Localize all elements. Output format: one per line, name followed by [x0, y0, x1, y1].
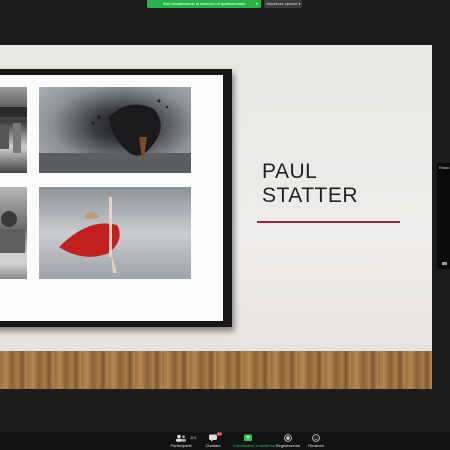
share-screen-label: Condividere lo schermo — [233, 443, 276, 448]
photo-dancer-image — [39, 187, 191, 279]
side-panel-label: Rinun — [439, 165, 450, 170]
slide-title-line2: STATTER — [262, 184, 359, 207]
picture-mat — [0, 75, 223, 321]
share-screen-icon — [242, 434, 254, 442]
picture-frame — [0, 69, 232, 327]
meeting-toolbar: 201 Partecipanti 51 Chattare Condividere… — [0, 432, 450, 450]
title-underline — [257, 221, 400, 223]
record-icon — [282, 434, 294, 442]
chat-button[interactable]: 51 Chattare — [198, 432, 228, 448]
photo-storm-image — [39, 87, 191, 173]
slide-title-block: PAUL STATTER — [262, 160, 358, 208]
participants-count: 201 — [190, 435, 197, 440]
record-label: Registrazione — [275, 443, 301, 448]
wood-floor — [0, 351, 432, 389]
record-button[interactable]: Registrazione — [273, 434, 303, 448]
side-video-panel[interactable] — [437, 163, 450, 269]
photo-street-image — [0, 87, 27, 173]
chat-badge: 51 — [216, 432, 222, 436]
share-screen-button[interactable]: Condividere lo schermo — [233, 434, 276, 448]
participants-label: Partecipanti — [170, 443, 192, 448]
reactions-label: Reazioni — [308, 443, 324, 448]
chat-icon: 51 — [207, 432, 222, 442]
screen-share-text: Stai visualizzando lo schermo di quattro… — [162, 1, 246, 6]
participants-icon: 201 — [175, 434, 197, 442]
shared-screen: PAUL STATTER — [0, 45, 432, 389]
chat-label: Chattare — [205, 443, 221, 448]
view-options-button[interactable]: Visualizza opzioni ▾ — [264, 0, 302, 8]
screen-share-banner[interactable]: Stai visualizzando lo schermo di quattro… — [147, 0, 261, 8]
chevron-down-icon[interactable]: ▾ — [256, 0, 258, 8]
smiley-icon — [310, 434, 322, 442]
photo-child-image — [0, 187, 27, 279]
signal-icon — [442, 262, 447, 265]
reactions-button[interactable]: Reazioni — [301, 434, 331, 448]
slide-title-line1: PAUL — [262, 160, 318, 183]
participants-button[interactable]: 201 Partecipanti — [166, 434, 197, 448]
view-options-label: Visualizza opzioni — [265, 1, 298, 6]
